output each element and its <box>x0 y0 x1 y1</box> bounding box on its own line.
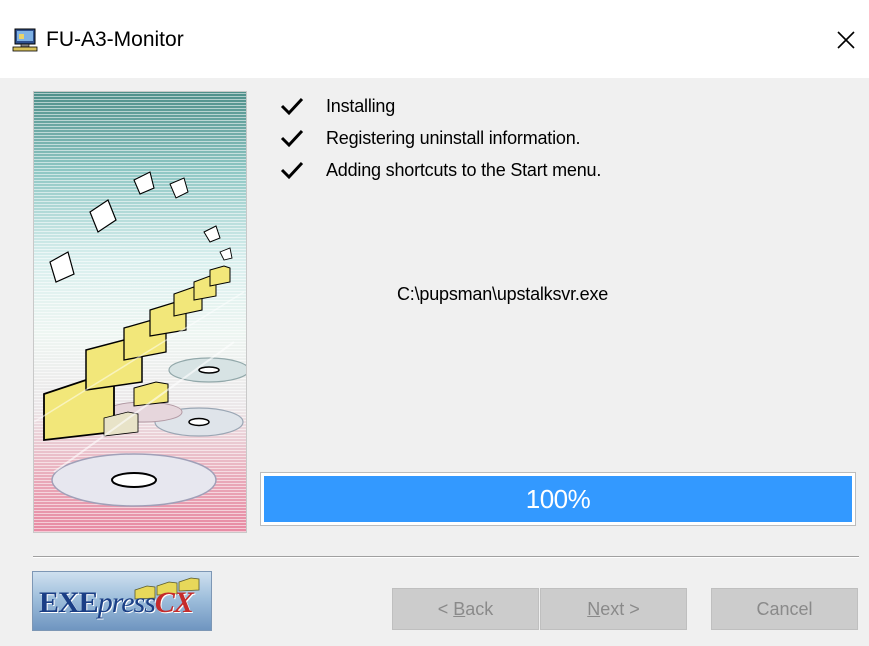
current-file-path: C:\pupsman\upstalksvr.exe <box>397 284 609 304</box>
step-label: Adding shortcuts to the Start menu. <box>326 159 602 180</box>
wizard-body: Installing Registering uninstall informa… <box>0 78 869 646</box>
next-button-label: Next > <box>587 598 640 619</box>
logo-exe: EXE <box>39 586 99 619</box>
logo-cx: CX <box>154 586 194 619</box>
list-item: Installing <box>280 90 601 122</box>
next-button[interactable]: Next > <box>540 588 687 630</box>
back-button[interactable]: < Back <box>392 588 539 630</box>
checkmark-icon <box>280 129 304 148</box>
next-mnemonic: N <box>587 598 601 619</box>
divider <box>33 556 859 558</box>
close-icon <box>837 31 855 49</box>
back-button-label: < Back <box>437 598 494 619</box>
installer-side-graphic <box>33 91 247 533</box>
cancel-button[interactable]: Cancel <box>711 588 858 630</box>
logo-press: press <box>97 586 156 619</box>
step-label: Registering uninstall information. <box>326 127 581 148</box>
progress-bar: 100% <box>260 472 856 526</box>
folders-and-discs-illustration <box>34 171 246 507</box>
title-bar: FU-A3-Monitor <box>0 0 869 78</box>
window-title: FU-A3-Monitor <box>46 28 184 51</box>
installer-computer-icon <box>12 28 38 52</box>
install-steps-list: Installing Registering uninstall informa… <box>280 90 601 186</box>
exepress-logo: EXEpressCX <box>32 571 212 631</box>
step-label: Installing <box>326 95 396 116</box>
logo-text: EXEpressCX <box>39 586 194 620</box>
list-item: Registering uninstall information. <box>280 122 601 154</box>
back-mnemonic: B <box>453 598 466 619</box>
list-item: Adding shortcuts to the Start menu. <box>280 154 601 186</box>
progress-percent: 100% <box>525 483 591 514</box>
close-button[interactable] <box>823 18 869 62</box>
checkmark-icon <box>280 161 304 180</box>
checkmark-icon <box>280 97 304 116</box>
